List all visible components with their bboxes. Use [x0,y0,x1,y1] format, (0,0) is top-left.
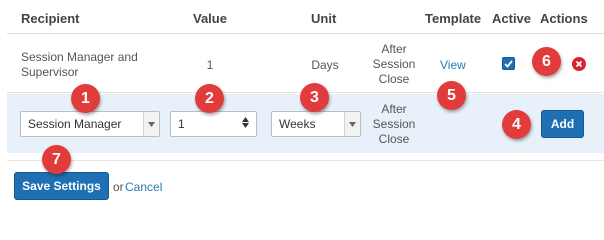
row1-unit: Days [311,58,339,72]
chevron-down-icon [344,112,360,136]
value-input-text: 1 [178,117,185,131]
callout-1: 1 [71,84,100,113]
cancel-link[interactable]: Cancel [125,180,162,194]
header-unit: Unit [311,11,337,26]
row1-when-line2: Session [372,57,416,71]
header-value: Value [193,11,227,26]
callout-5: 5 [437,81,466,110]
spinner-icon[interactable] [242,117,249,128]
edit-row-when: After Session Close [366,102,422,147]
value-input[interactable]: 1 [170,111,257,137]
edit-row-when-line3: Close [378,132,410,146]
header-recipient: Recipient [21,11,80,26]
or-text: or [113,180,124,194]
row1-value: 1 [206,58,214,72]
chevron-down-icon [143,112,159,136]
callout-2: 2 [195,84,224,113]
header-active: Active [492,11,532,26]
callout-4: 4 [502,110,531,139]
active-checkbox[interactable] [502,57,515,70]
edit-row-when-line2: Session [372,117,416,131]
unit-select-value: Weeks [279,117,316,131]
recipient-select[interactable]: Session Manager [20,111,160,137]
callout-7: 7 [42,145,71,174]
row1-recipient-line1: Session Manager and [21,50,138,64]
table-bottom-divider [7,160,604,161]
header-template: Template [425,11,482,26]
callout-6: 6 [532,47,561,76]
unit-select[interactable]: Weeks [271,111,361,137]
edit-row-when-line1: After [381,102,407,116]
add-button[interactable]: Add [541,110,584,138]
save-settings-button[interactable]: Save Settings [14,172,109,200]
row1-recipient: Session Manager and Supervisor [21,50,138,80]
header-actions: Actions [540,11,588,26]
header-divider [7,33,604,34]
callout-3: 3 [300,83,329,112]
row1-when-line1: After [381,42,407,56]
template-view-link[interactable]: View [440,58,466,72]
delete-icon[interactable] [572,57,586,71]
row1-recipient-line2: Supervisor [21,65,79,79]
close-icon [575,60,583,68]
row1-when: After Session Close [366,42,422,87]
checkmark-icon [504,59,513,68]
recipient-select-value: Session Manager [28,117,122,131]
row1-when-line3: Close [378,72,410,86]
